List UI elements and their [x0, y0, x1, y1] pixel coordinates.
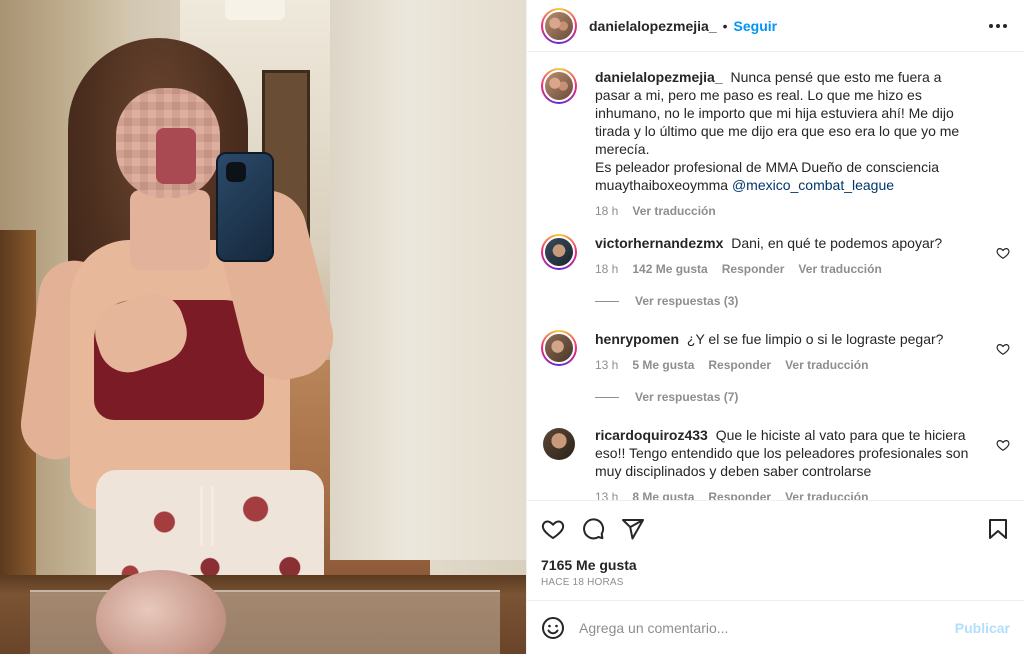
bookmark-icon[interactable] [986, 517, 1010, 541]
comment-text: ¿Y el se fue limpio o si le lograste peg… [686, 331, 944, 347]
publish-button[interactable]: Publicar [955, 620, 1010, 636]
replies-line [595, 396, 619, 398]
caption-avatar[interactable] [541, 68, 577, 104]
comment-time: 13 h [595, 358, 619, 372]
view-replies-label: Ver respuestas (7) [635, 390, 739, 404]
post-header: danielalopezmejia_ • Seguir [527, 0, 1024, 52]
author-username[interactable]: danielalopezmejia_ [589, 18, 717, 34]
comment-item: ricardoquiroz433 Que le hiciste al vato … [541, 426, 1010, 500]
comment-text: Dani, en qué te podemos apoyar? [731, 235, 943, 251]
caption-time: 18 h [595, 204, 619, 218]
photo-wall-right [330, 0, 526, 560]
comment-like-icon[interactable] [996, 246, 1010, 260]
emoji-icon[interactable] [541, 616, 565, 640]
more-options-icon[interactable] [986, 14, 1010, 38]
comment-item: victorhernandezmx Dani, en qué te podemo… [541, 234, 1010, 276]
reply-button[interactable]: Responder [708, 490, 771, 500]
comment-username[interactable]: victorhernandezmx [595, 235, 723, 251]
caption-meta: 18 h Ver traducción [595, 204, 980, 218]
caption-mention[interactable]: @mexico_combat_league [732, 177, 894, 193]
post-sidebar: danielalopezmejia_ • Seguir danielalopez… [526, 0, 1024, 654]
post-photo [0, 0, 526, 654]
photo-phone [216, 152, 274, 262]
comment-username[interactable]: ricardoquiroz433 [595, 427, 708, 443]
translate-button[interactable]: Ver traducción [785, 358, 868, 372]
view-replies-button[interactable]: Ver respuestas (7) [595, 390, 1010, 404]
comment-like-icon[interactable] [996, 438, 1010, 452]
translate-button[interactable]: Ver traducción [798, 262, 881, 276]
comment-composer: Publicar [527, 600, 1024, 654]
comment-like-icon[interactable] [996, 342, 1010, 356]
comment-avatar[interactable] [541, 330, 577, 366]
comments-list[interactable]: danielalopezmejia_ Nunca pensé que esto … [527, 52, 1024, 500]
reply-button[interactable]: Responder [722, 262, 785, 276]
view-replies-label: Ver respuestas (3) [635, 294, 739, 308]
comment-item: henrypomen ¿Y el se fue limpio o si le l… [541, 330, 1010, 372]
reply-button[interactable]: Responder [708, 358, 771, 372]
comment-input[interactable] [579, 619, 955, 636]
replies-line [595, 300, 619, 302]
caption-translate-button[interactable]: Ver traducción [632, 204, 715, 218]
instagram-post: danielalopezmejia_ • Seguir danielalopez… [0, 0, 1024, 654]
photo-pixelated-face [116, 88, 220, 198]
comment-username[interactable]: henrypomen [595, 331, 679, 347]
comment-avatar[interactable] [541, 426, 577, 462]
comment-time: 18 h [595, 262, 619, 276]
share-icon[interactable] [621, 517, 645, 541]
heart-icon[interactable] [541, 517, 565, 541]
photo-ceiling-light [225, 0, 285, 20]
photo-neck [130, 190, 210, 270]
translate-button[interactable]: Ver traducción [785, 490, 868, 500]
comment-time: 13 h [595, 490, 619, 500]
comment-likes[interactable]: 142 Me gusta [632, 262, 707, 276]
comment-avatar[interactable] [541, 234, 577, 270]
follow-button[interactable]: Seguir [734, 18, 778, 34]
photo-drawstring [200, 486, 214, 546]
post-actions: 7165 Me gusta HACE 18 HORAS [527, 500, 1024, 600]
post-caption: danielalopezmejia_ Nunca pensé que esto … [541, 68, 1010, 218]
post-time-ago: HACE 18 HORAS [541, 577, 624, 588]
author-avatar[interactable] [541, 7, 577, 44]
caption-username[interactable]: danielalopezmejia_ [595, 69, 723, 85]
comment-likes[interactable]: 5 Me gusta [632, 358, 694, 372]
likes-count[interactable]: 7165 Me gusta [541, 557, 1010, 573]
comment-icon[interactable] [581, 517, 605, 541]
header-separator: • [722, 17, 728, 34]
comment-likes[interactable]: 8 Me gusta [632, 490, 694, 500]
view-replies-button[interactable]: Ver respuestas (3) [595, 294, 1010, 308]
